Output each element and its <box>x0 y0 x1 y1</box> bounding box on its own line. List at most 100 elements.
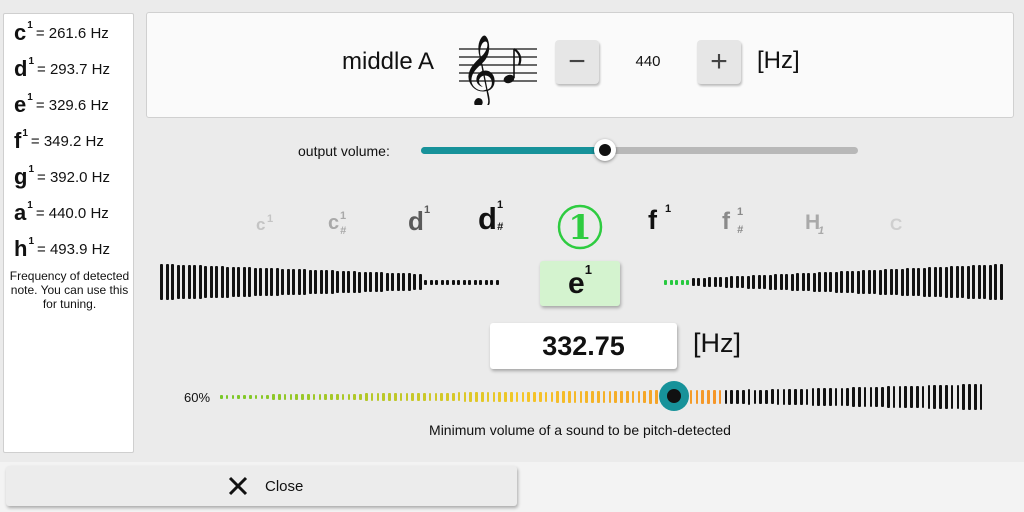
min-volume-tick <box>283 394 287 400</box>
min-volume-tick <box>771 389 774 405</box>
min-volume-slider[interactable] <box>220 383 983 413</box>
deviation-bar <box>209 265 213 299</box>
reference-caption: Frequency of detected note. You can use … <box>9 269 130 311</box>
min-volume-tick <box>475 392 478 402</box>
frequency-row: f1 = 349.2 Hz <box>14 126 104 156</box>
deviation-bar <box>895 268 898 296</box>
deviation-bar <box>374 272 378 292</box>
deviation-bar <box>198 265 202 299</box>
min-volume-tick <box>492 392 496 402</box>
svg-text:1: 1 <box>568 208 592 248</box>
deviation-bar <box>735 276 739 288</box>
min-volume-tick <box>405 393 409 401</box>
min-volume-tick <box>887 386 890 408</box>
deviation-bar <box>220 266 224 298</box>
deviation-bar <box>873 269 876 295</box>
deviation-bar <box>226 266 229 298</box>
min-volume-tick <box>626 390 629 404</box>
min-volume-tick <box>254 394 258 400</box>
deviation-bar <box>182 264 185 300</box>
min-volume-tick <box>486 392 490 402</box>
frequency-row: d1 = 293.7 Hz <box>14 54 110 84</box>
min-volume-tick <box>382 393 385 401</box>
deviation-bar <box>336 270 339 294</box>
deviation-bar <box>391 272 394 292</box>
reference-frequency-value[interactable]: 440 <box>607 53 689 70</box>
min-volume-tick <box>562 391 565 403</box>
sharp-deviation-bars <box>664 262 1009 302</box>
detected-frequency-unit: [Hz] <box>693 328 742 358</box>
min-volume-tick <box>910 385 913 409</box>
min-volume-tick <box>950 384 954 410</box>
min-volume-tick <box>411 392 414 401</box>
deviation-bar <box>746 275 750 289</box>
deviation-bar <box>790 273 794 291</box>
min-volume-tick <box>278 394 281 400</box>
deviation-bar <box>845 271 849 293</box>
min-volume-tick <box>846 387 849 407</box>
deviation-bar <box>741 275 744 289</box>
deviation-bar <box>457 279 460 285</box>
deviation-bar <box>911 268 915 296</box>
min-volume-tick <box>515 391 519 403</box>
note-label: f1 <box>648 203 672 235</box>
deviation-bar <box>785 273 788 291</box>
deviation-bar <box>490 279 493 285</box>
deviation-bar <box>757 275 761 289</box>
deviation-bar <box>834 271 838 293</box>
deviation-bar <box>270 268 273 296</box>
deviation-bar <box>248 267 251 297</box>
close-button[interactable]: Close <box>6 466 517 506</box>
min-volume-thumb[interactable] <box>659 381 689 411</box>
deviation-bar <box>193 265 196 299</box>
min-volume-tick <box>817 388 820 406</box>
decrease-frequency-button[interactable]: − <box>555 40 599 84</box>
deviation-bar <box>867 270 871 294</box>
deviation-bar <box>702 277 706 287</box>
min-volume-tick <box>747 389 751 405</box>
min-volume-tick <box>237 394 240 400</box>
deviation-bar <box>473 279 477 285</box>
min-volume-tick <box>266 394 269 400</box>
min-volume-tick <box>962 384 965 410</box>
deviation-bar <box>807 272 810 292</box>
close-icon <box>228 476 248 496</box>
deviation-bar <box>884 269 887 295</box>
min-volume-tick <box>805 388 809 406</box>
detected-frequency-value: 332.75 <box>490 323 677 369</box>
min-volume-tick <box>591 391 594 403</box>
deviation-bar <box>708 277 711 287</box>
output-volume-fill <box>421 147 605 154</box>
min-volume-tick <box>365 393 368 401</box>
min-volume-tick <box>742 389 745 405</box>
deviation-bar <box>231 266 235 298</box>
deviation-bar <box>484 279 488 285</box>
deviation-bar <box>435 279 438 285</box>
deviation-bar <box>713 277 717 287</box>
increase-frequency-button[interactable]: + <box>697 40 741 84</box>
min-volume-tick <box>428 392 432 402</box>
frequency-reference-panel: c1 = 261.6 Hz d1 = 293.7 Hz e1 = 329.6 Hz f1 = … <box>3 13 134 453</box>
min-volume-tick <box>753 389 757 405</box>
min-volume-tick <box>759 389 762 405</box>
deviation-bar <box>922 267 926 297</box>
deviation-bar <box>856 270 860 294</box>
min-volume-tick <box>394 393 397 401</box>
frequency-row: h1 = 493.9 Hz <box>14 234 110 264</box>
reference-note-label: middle A <box>342 48 435 75</box>
deviation-bar <box>675 279 678 285</box>
note-label: d1 <box>408 204 431 236</box>
output-volume-slider[interactable] <box>421 139 858 161</box>
output-volume-thumb[interactable] <box>593 139 616 161</box>
deviation-bar <box>955 266 959 298</box>
min-volume-tick <box>440 392 443 402</box>
min-volume-tick <box>631 390 635 404</box>
min-volume-tick <box>568 391 571 403</box>
min-volume-tick <box>260 394 264 400</box>
min-volume-tick <box>272 394 275 400</box>
deviation-bar <box>724 276 728 288</box>
deviation-bar <box>479 279 482 285</box>
deviation-bar <box>950 266 953 298</box>
min-volume-tick <box>452 392 455 402</box>
frequency-value: = 261.6 Hz <box>35 24 109 42</box>
